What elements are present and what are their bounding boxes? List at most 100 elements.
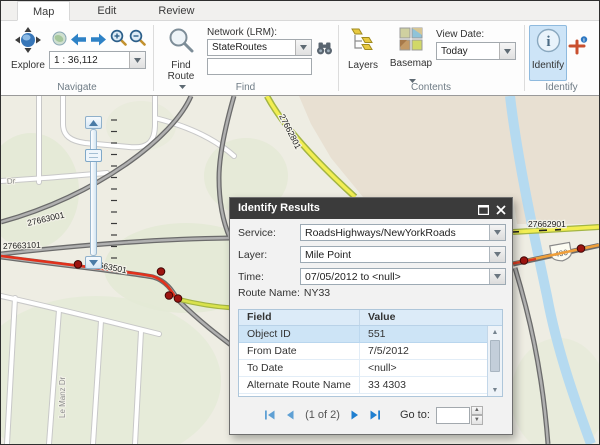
- field-cell: To Date: [239, 360, 360, 376]
- route-name-row: Route Name: NY33: [238, 287, 330, 299]
- view-date-value: Today: [437, 46, 499, 57]
- service-label: Service:: [238, 227, 300, 239]
- basemap-button[interactable]: Basemap: [388, 26, 434, 86]
- forward-arrow-icon[interactable]: [90, 33, 107, 51]
- explore-label: Explore: [11, 60, 45, 71]
- last-page-icon[interactable]: [369, 409, 382, 421]
- zoom-out-slider-button[interactable]: [85, 256, 102, 269]
- tab-map[interactable]: Map: [17, 1, 70, 21]
- dropdown-arrow-icon[interactable]: [295, 40, 311, 55]
- zoom-in-icon[interactable]: [110, 29, 127, 51]
- table-row[interactable]: Object ID 551: [239, 326, 502, 343]
- field-cell: From Date: [239, 343, 360, 359]
- find-route-label: FindRoute: [168, 60, 195, 82]
- network-lrm-label: Network (LRM):: [207, 27, 277, 38]
- close-icon[interactable]: [496, 202, 506, 223]
- street-label: Dr: [7, 176, 16, 186]
- layers-icon: [350, 27, 376, 58]
- table-row[interactable]: To Date <null>: [239, 360, 502, 377]
- goto-spinner: ▲ ▼: [471, 406, 483, 425]
- value-cell: 551: [360, 326, 502, 342]
- dropdown-arrow-icon[interactable]: [499, 43, 515, 59]
- time-row: Time: 07/05/2012 to <null>: [238, 268, 506, 285]
- ribbon: Map Edit Review Explore: [1, 1, 599, 96]
- value-cell: 33 4303: [360, 377, 502, 393]
- table-scrollbar[interactable]: ▲ ▼: [487, 326, 502, 396]
- field-cell: Alternate Route Name: [239, 377, 360, 393]
- route-name-label: Route Name:: [238, 287, 300, 299]
- dropdown-arrow-icon[interactable]: [489, 247, 505, 262]
- service-value: RoadsHighways/NewYorkRoads: [301, 227, 489, 239]
- service-combobox[interactable]: RoadsHighways/NewYorkRoads: [300, 224, 506, 241]
- svg-text:i: i: [546, 34, 550, 50]
- route-characteristics-icon[interactable]: i: [568, 36, 588, 61]
- layers-button[interactable]: Layers: [343, 26, 383, 78]
- road-label: 27663101: [3, 240, 41, 251]
- contents-group-label: Contents: [338, 82, 524, 93]
- maximize-icon[interactable]: [478, 202, 489, 223]
- scrollbar-up-icon[interactable]: ▲: [488, 326, 502, 338]
- time-combobox[interactable]: 07/05/2012 to <null>: [300, 268, 506, 285]
- application-window: Map Edit Review Explore: [0, 0, 600, 445]
- layer-label: Layer:: [238, 249, 300, 261]
- dropdown-arrow-icon[interactable]: [129, 52, 145, 68]
- value-cell: <null>: [360, 360, 502, 376]
- view-date-label: View Date:: [436, 29, 484, 40]
- value-column-header[interactable]: Value: [360, 310, 502, 325]
- time-value: 07/05/2012 to <null>: [301, 271, 489, 283]
- zoom-out-icon[interactable]: [129, 29, 146, 51]
- scrollbar-down-icon[interactable]: ▼: [488, 384, 502, 396]
- network-lrm-value: StateRoutes: [208, 42, 295, 53]
- scrollbar-thumb[interactable]: [490, 340, 500, 372]
- find-group-label: Find: [153, 82, 338, 93]
- dropdown-arrow-icon[interactable]: [489, 269, 505, 284]
- explore-button[interactable]: Explore: [6, 26, 50, 78]
- explore-icon: [15, 27, 41, 58]
- road-label: 27662901: [528, 219, 566, 229]
- find-route-button[interactable]: FindRoute: [158, 26, 204, 88]
- basemap-icon: [399, 27, 423, 56]
- find-route-input[interactable]: [207, 58, 312, 75]
- dialog-title: Identify Results: [238, 202, 320, 214]
- dialog-title-bar[interactable]: Identify Results: [230, 198, 512, 219]
- value-cell: 7/5/2012: [360, 343, 502, 359]
- pagination-bar: (1 of 2) Go to: ▲ ▼: [230, 402, 512, 428]
- identify-results-dialog: Identify Results Service: RoadsHighways/…: [229, 197, 513, 435]
- binoculars-icon[interactable]: [316, 40, 333, 61]
- field-column-header[interactable]: Field: [239, 310, 360, 325]
- table-row[interactable]: From Date 7/5/2012: [239, 343, 502, 360]
- zoom-in-slider-button[interactable]: [85, 116, 102, 129]
- prev-page-icon[interactable]: [284, 409, 295, 421]
- layer-combobox[interactable]: Mile Point: [300, 246, 506, 263]
- time-label: Time:: [238, 271, 300, 283]
- basemap-label: Basemap: [390, 58, 432, 69]
- network-lrm-combobox[interactable]: StateRoutes: [207, 39, 312, 56]
- identify-button[interactable]: i Identify: [529, 25, 567, 81]
- first-page-icon[interactable]: [263, 409, 276, 421]
- identify-group-label: Identify: [524, 82, 599, 93]
- tab-edit[interactable]: Edit: [82, 1, 131, 21]
- service-row: Service: RoadsHighways/NewYorkRoads: [238, 224, 506, 241]
- globe-icon[interactable]: [52, 31, 67, 51]
- identify-icon: i: [536, 28, 561, 58]
- back-arrow-icon[interactable]: [70, 33, 87, 51]
- field-cell: Object ID: [239, 326, 360, 342]
- next-page-icon[interactable]: [350, 409, 361, 421]
- tab-review[interactable]: Review: [143, 1, 209, 21]
- street-label: Le Manz Dr: [58, 376, 67, 418]
- view-date-combobox[interactable]: Today: [436, 42, 516, 60]
- magnifier-icon: [168, 27, 194, 58]
- route-name-value: NY33: [304, 287, 330, 299]
- page-indicator: (1 of 2): [305, 409, 340, 421]
- map-scale-combobox[interactable]: 1 : 36,112: [49, 51, 146, 69]
- zoom-slider-handle[interactable]: [85, 149, 102, 162]
- navigate-group-label: Navigate: [1, 82, 153, 93]
- goto-label: Go to:: [400, 409, 430, 421]
- dropdown-arrow-icon[interactable]: [489, 225, 505, 240]
- goto-page-input[interactable]: [436, 407, 470, 424]
- table-row[interactable]: Alternate Route Name 33 4303: [239, 377, 502, 394]
- spinner-down-icon[interactable]: ▼: [471, 415, 483, 425]
- spinner-up-icon[interactable]: ▲: [471, 406, 483, 416]
- attributes-table: Field Value Object ID 551 From Date 7/5/…: [238, 309, 503, 397]
- identify-label: Identify: [532, 60, 564, 71]
